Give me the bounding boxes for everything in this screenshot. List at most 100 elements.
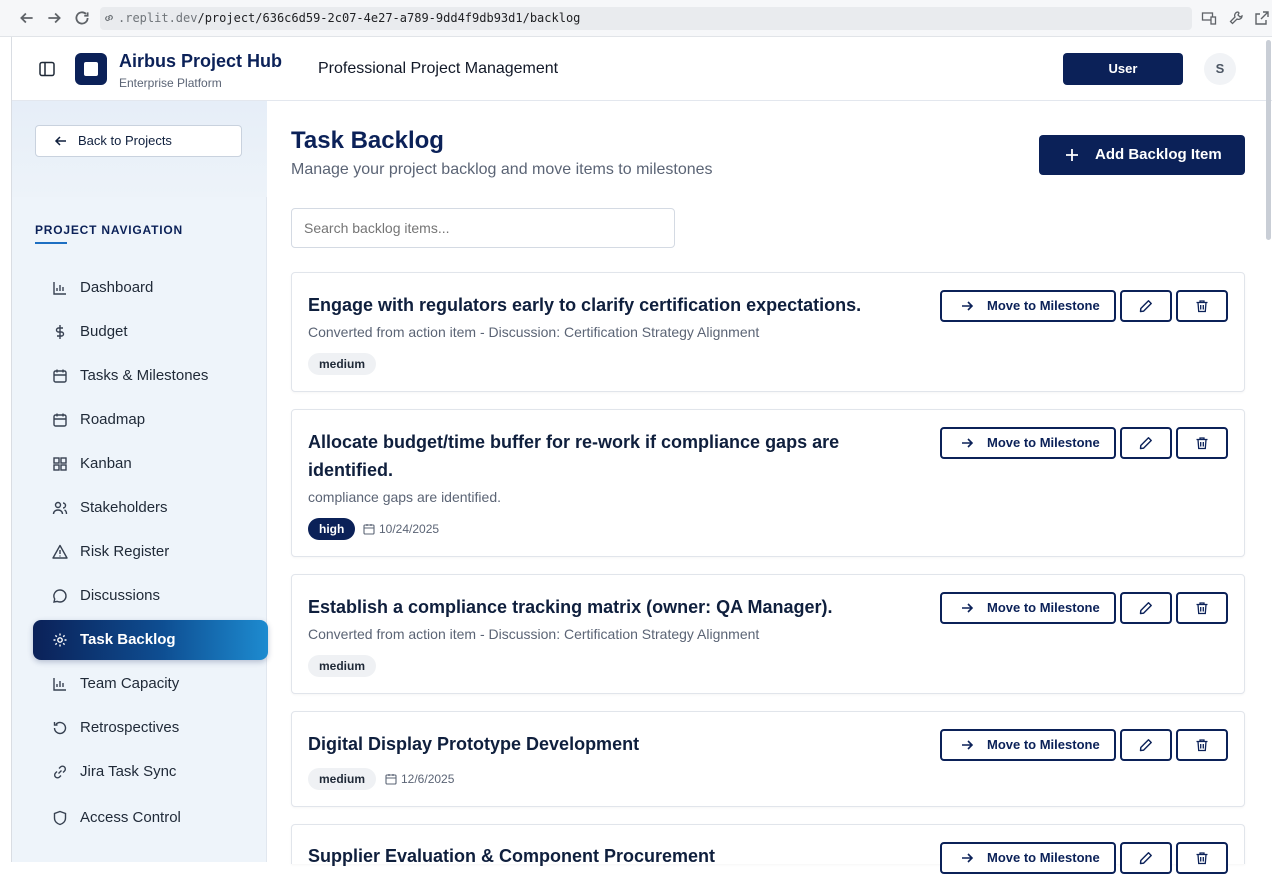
- arrow-left-icon: [54, 136, 66, 146]
- sidebar-item-access-control[interactable]: Access Control: [33, 798, 268, 838]
- move-to-milestone-button[interactable]: Move to Milestone: [940, 427, 1116, 459]
- reload-icon[interactable]: [73, 9, 91, 27]
- backlog-item-description: Converted from action item - Discussion:…: [308, 626, 760, 642]
- wrench-icon[interactable]: [1228, 10, 1244, 26]
- main-content: Task Backlog Manage your project backlog…: [268, 101, 1266, 874]
- sidebar-item-jira-task-sync[interactable]: Jira Task Sync: [33, 752, 268, 792]
- arrow-right-icon: [962, 301, 974, 311]
- sidebar-item-risk-register[interactable]: Risk Register: [33, 532, 268, 572]
- edit-button[interactable]: [1120, 427, 1172, 459]
- backlog-item-description: Converted from action item - Discussion:…: [308, 324, 760, 340]
- sidebar-item-label: Budget: [80, 323, 128, 340]
- sidebar-item-team-capacity[interactable]: Team Capacity: [33, 664, 268, 704]
- pencil-icon: [1139, 739, 1152, 752]
- move-button-label: Move to Milestone: [987, 298, 1100, 313]
- app-header: Airbus Project Hub Enterprise Platform P…: [12, 37, 1272, 101]
- sidebar-item-label: Kanban: [80, 455, 132, 472]
- backlog-item-title: Establish a compliance tracking matrix (…: [308, 597, 833, 617]
- move-to-milestone-button[interactable]: Move to Milestone: [940, 729, 1116, 761]
- bar-chart-icon: [53, 282, 66, 295]
- arrow-right-icon: [962, 740, 974, 750]
- delete-button[interactable]: [1176, 427, 1228, 459]
- arrow-right-icon: [962, 603, 974, 613]
- backlog-item-title: Supplier Evaluation & Component Procurem…: [308, 846, 716, 866]
- sidebar-top-section: Back to Projects: [12, 101, 267, 197]
- sidebar-item-dashboard[interactable]: Dashboard: [33, 268, 268, 308]
- sidebar-item-roadmap[interactable]: Roadmap: [33, 400, 268, 440]
- sidebar-item-budget[interactable]: Budget: [33, 312, 268, 352]
- avatar[interactable]: S: [1204, 53, 1236, 85]
- move-to-milestone-button[interactable]: Move to Milestone: [940, 842, 1116, 874]
- arrow-right-icon: [962, 853, 974, 863]
- add-backlog-item-button[interactable]: Add Backlog Item: [1039, 135, 1245, 175]
- sidebar-item-label: Stakeholders: [80, 499, 168, 516]
- backlog-item-card: Establish a compliance tracking matrix (…: [291, 574, 1245, 694]
- grid-icon: [53, 457, 67, 471]
- page-scrollbar[interactable]: [1266, 40, 1271, 240]
- link-icon: [105, 15, 113, 21]
- browser-toolbar: .replit.dev/project/636c6d59-2c07-4e27-a…: [0, 0, 1272, 37]
- priority-badge: medium: [308, 655, 377, 677]
- search-input[interactable]: [291, 208, 675, 248]
- calendar-icon: [385, 774, 397, 785]
- backlog-item-title: Digital Display Prototype Development: [308, 734, 640, 754]
- delete-button[interactable]: [1176, 842, 1228, 874]
- sidebar-item-tasks-milestones[interactable]: Tasks & Milestones: [33, 356, 268, 396]
- delete-button[interactable]: [1176, 592, 1228, 624]
- address-bar[interactable]: .replit.dev/project/636c6d59-2c07-4e27-a…: [100, 7, 1192, 30]
- edit-button[interactable]: [1120, 290, 1172, 322]
- priority-badge: medium: [308, 768, 377, 790]
- priority-badge: medium: [308, 353, 377, 375]
- page-title: Task Backlog: [291, 127, 444, 154]
- sidebar-item-label: Retrospectives: [80, 719, 180, 736]
- backlog-item-card: Allocate budget/time buffer for re-work …: [291, 409, 1245, 557]
- sidebar: Back to Projects PROJECT NAVIGATION Dash…: [12, 101, 268, 862]
- plus-icon: [1066, 149, 1078, 161]
- backlog-item-card: Digital Display Prototype Development me…: [291, 711, 1245, 807]
- sidebar-item-kanban[interactable]: Kanban: [33, 444, 268, 484]
- sidebar-item-task-backlog[interactable]: Task Backlog: [33, 620, 268, 660]
- sidebar-item-label: Access Control: [80, 809, 181, 826]
- back-arrow-icon[interactable]: [18, 9, 36, 27]
- sidebar-item-label: Tasks & Milestones: [80, 367, 209, 384]
- sidebar-item-label: Roadmap: [80, 411, 146, 428]
- window-edge: [0, 37, 12, 862]
- forward-arrow-icon[interactable]: [45, 9, 63, 27]
- devices-icon[interactable]: [1201, 10, 1217, 26]
- pencil-icon: [1139, 602, 1152, 615]
- move-to-milestone-button[interactable]: Move to Milestone: [940, 290, 1116, 322]
- move-button-label: Move to Milestone: [987, 600, 1100, 615]
- external-link-icon[interactable]: [1254, 10, 1270, 26]
- sidebar-item-label: Jira Task Sync: [80, 763, 177, 780]
- brand-subtitle: Enterprise Platform: [119, 76, 222, 90]
- brand-title: Airbus Project Hub: [119, 51, 283, 71]
- sidebar-item-discussions[interactable]: Discussions: [33, 576, 268, 616]
- priority-badge: high: [308, 518, 356, 540]
- header-heading: Professional Project Management: [318, 60, 559, 77]
- delete-button[interactable]: [1176, 729, 1228, 761]
- sidebar-item-retrospectives[interactable]: Retrospectives: [33, 708, 268, 748]
- edit-button[interactable]: [1120, 842, 1172, 874]
- sidebar-item-label: Discussions: [80, 587, 161, 604]
- url-domain: .replit.dev: [118, 11, 198, 25]
- edit-button[interactable]: [1120, 592, 1172, 624]
- edit-button[interactable]: [1120, 729, 1172, 761]
- move-to-milestone-button[interactable]: Move to Milestone: [940, 592, 1116, 624]
- backlog-item-card: Supplier Evaluation & Component Procurem…: [291, 824, 1245, 874]
- trash-icon: [1196, 602, 1208, 615]
- due-date: 12/6/2025: [385, 772, 454, 786]
- add-button-label: Add Backlog Item: [1095, 146, 1222, 163]
- sidebar-item-stakeholders[interactable]: Stakeholders: [33, 488, 268, 528]
- pencil-icon: [1139, 300, 1152, 313]
- back-to-projects-button[interactable]: Back to Projects: [35, 125, 242, 157]
- warning-icon: [52, 544, 68, 559]
- user-button[interactable]: User: [1063, 53, 1183, 85]
- move-button-label: Move to Milestone: [987, 850, 1100, 865]
- sidebar-toggle-icon[interactable]: [38, 60, 56, 78]
- bar-chart-icon: [53, 678, 66, 691]
- move-button-label: Move to Milestone: [987, 435, 1100, 450]
- delete-button[interactable]: [1176, 290, 1228, 322]
- chat-icon: [53, 589, 67, 603]
- trash-icon: [1196, 739, 1208, 752]
- nav-heading: PROJECT NAVIGATION: [35, 223, 183, 237]
